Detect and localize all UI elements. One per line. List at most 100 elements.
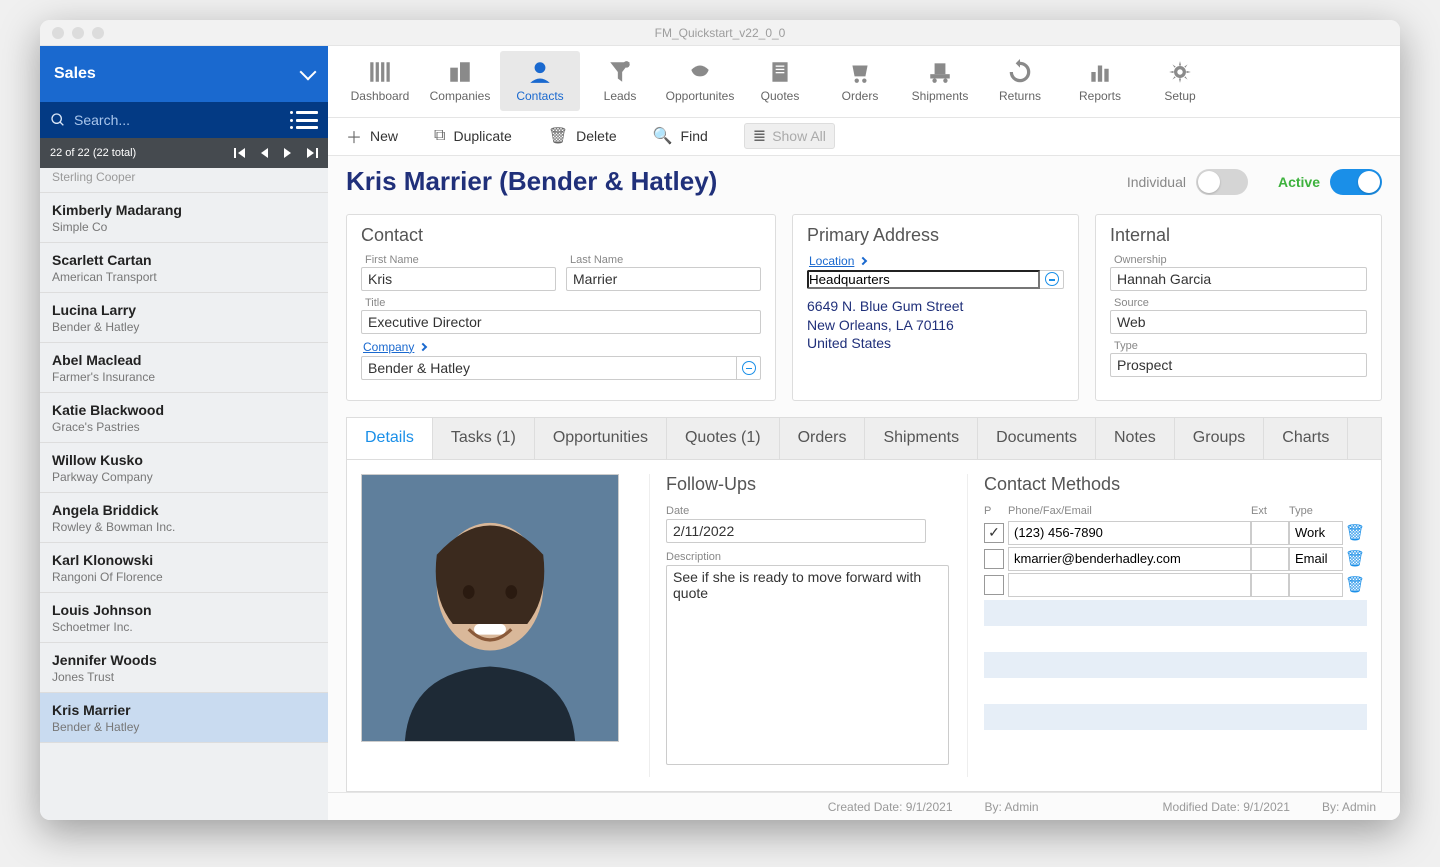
list-item[interactable]: Sterling Cooper [40, 170, 328, 193]
contact-photo[interactable] [361, 474, 619, 742]
tab-quotes-[interactable]: Quotes (1) [667, 418, 780, 459]
list-item[interactable]: Katie BlackwoodGrace's Pastries [40, 393, 328, 443]
record-title: Kris Marrier (Bender & Hatley) [346, 166, 717, 197]
contact-panel-title: Contact [361, 225, 761, 246]
new-button[interactable]: ＋New [346, 124, 398, 148]
contact-method-row: 🗑 [984, 546, 1367, 572]
chevron-down-icon [300, 64, 317, 81]
tab-notes[interactable]: Notes [1096, 418, 1175, 459]
search-icon [50, 112, 66, 128]
address-display: 6649 N. Blue Gum Street New Orleans, LA … [807, 297, 1064, 354]
list-item[interactable]: Jennifer WoodsJones Trust [40, 643, 328, 693]
tab-tasks-[interactable]: Tasks (1) [433, 418, 535, 459]
toolbar-companies[interactable]: Companies [420, 51, 500, 111]
trash-icon[interactable]: 🗑 [1343, 523, 1367, 543]
followup-desc-field[interactable] [666, 565, 949, 765]
followups-title: Follow-Ups [666, 474, 949, 495]
source-field[interactable] [1110, 310, 1367, 334]
list-item[interactable]: Angela BriddickRowley & Bowman Inc. [40, 493, 328, 543]
toolbar-reports[interactable]: Reports [1060, 51, 1140, 111]
action-bar: ＋New ⧉Duplicate 🗑Delete 🔍Find ≣Show All [328, 118, 1400, 156]
search-input[interactable] [74, 112, 288, 128]
company-field[interactable] [361, 356, 737, 380]
tab-groups[interactable]: Groups [1175, 418, 1264, 459]
tab-charts[interactable]: Charts [1264, 418, 1348, 459]
toolbar-quotes[interactable]: Quotes [740, 51, 820, 111]
primary-checkbox[interactable] [984, 575, 1004, 595]
active-toggle[interactable] [1330, 169, 1382, 195]
tab-documents[interactable]: Documents [978, 418, 1096, 459]
tab-orders[interactable]: Orders [780, 418, 866, 459]
pager-status: 22 of 22 (22 total) [50, 147, 136, 159]
primary-checkbox[interactable]: ✓ [984, 523, 1004, 543]
contact-method-type[interactable] [1289, 573, 1343, 597]
contact-method-type[interactable] [1289, 547, 1343, 571]
window-controls[interactable] [52, 27, 104, 39]
find-button[interactable]: 🔍Find [653, 126, 708, 146]
list-item[interactable]: Karl KlonowskiRangoni Of Florence [40, 543, 328, 593]
contact-method-value[interactable] [1008, 547, 1251, 571]
window-title: FM_Quickstart_v22_0_0 [40, 26, 1400, 40]
toolbar-setup[interactable]: Setup [1140, 51, 1220, 111]
company-link[interactable]: Company [363, 340, 761, 354]
pager-next[interactable] [284, 148, 291, 158]
toolbar-contacts[interactable]: Contacts [500, 51, 580, 111]
show-all-button[interactable]: ≣Show All [744, 123, 835, 149]
location-field[interactable] [807, 270, 1040, 289]
tab-shipments[interactable]: Shipments [865, 418, 978, 459]
contact-method-type[interactable] [1289, 521, 1343, 545]
module-toolbar: DashboardCompaniesContactsLeadsOpportuni… [328, 46, 1400, 118]
location-link[interactable]: Location [809, 254, 1064, 268]
individual-toggle[interactable] [1196, 169, 1248, 195]
toolbar-dashboard[interactable]: Dashboard [340, 51, 420, 111]
individual-label: Individual [1127, 174, 1186, 190]
type-field[interactable] [1110, 353, 1367, 377]
list-item[interactable]: Louis JohnsonSchoetmer Inc. [40, 593, 328, 643]
first-name-field[interactable] [361, 267, 556, 291]
toolbar-orders[interactable]: Orders [820, 51, 900, 111]
list-item[interactable]: Willow KuskoParkway Company [40, 443, 328, 493]
list-item[interactable]: Lucina LarryBender & Hatley [40, 293, 328, 343]
internal-panel: Internal Ownership Source Type [1095, 214, 1382, 401]
list-item[interactable]: Abel MacleadFarmer's Insurance [40, 343, 328, 393]
sidebar-module-picker[interactable]: Sales [40, 46, 328, 102]
list-view-icon[interactable] [296, 111, 318, 129]
duplicate-button[interactable]: ⧉Duplicate [434, 127, 512, 145]
toolbar-shipments[interactable]: Shipments [900, 51, 980, 111]
sidebar-search [40, 102, 328, 138]
pager-last[interactable] [307, 148, 318, 158]
pager-prev[interactable] [261, 148, 268, 158]
sidebar-module-label: Sales [54, 65, 96, 83]
trash-icon[interactable]: 🗑 [1343, 549, 1367, 569]
contact-method-ext[interactable] [1251, 521, 1289, 545]
primary-checkbox[interactable] [984, 549, 1004, 569]
tab-details[interactable]: Details [347, 418, 433, 459]
contact-method-ext[interactable] [1251, 573, 1289, 597]
ownership-field[interactable] [1110, 267, 1367, 291]
tab-opportunities[interactable]: Opportunities [535, 418, 667, 459]
toolbar-returns[interactable]: Returns [980, 51, 1060, 111]
contact-method-value[interactable] [1008, 573, 1251, 597]
contact-method-value[interactable] [1008, 521, 1251, 545]
titlebar: FM_Quickstart_v22_0_0 [40, 20, 1400, 46]
arrow-right-icon [859, 256, 867, 264]
last-name-field[interactable] [566, 267, 761, 291]
contact-method-ext[interactable] [1251, 547, 1289, 571]
list-item[interactable]: Scarlett CartanAmerican Transport [40, 243, 328, 293]
contact-panel: Contact First Name Last Name Title Compa… [346, 214, 776, 401]
toolbar-opportunites[interactable]: Opportunites [660, 51, 740, 111]
list-item[interactable]: Kris MarrierBender & Hatley [40, 693, 328, 743]
toolbar-leads[interactable]: Leads [580, 51, 660, 111]
app-window: FM_Quickstart_v22_0_0 Sales 22 of 22 (22… [40, 20, 1400, 820]
pager-first[interactable] [234, 148, 245, 158]
contact-methods-section: Contact Methods P Phone/Fax/Email Ext Ty… [967, 474, 1367, 777]
title-field[interactable] [361, 310, 761, 334]
delete-button[interactable]: 🗑Delete [548, 126, 617, 146]
list-item[interactable]: Kimberly MadarangSimple Co [40, 193, 328, 243]
trash-icon[interactable]: 🗑 [1343, 575, 1367, 595]
main-area: DashboardCompaniesContactsLeadsOpportuni… [328, 46, 1400, 820]
followup-date-field[interactable] [666, 519, 926, 543]
location-clear-button[interactable] [1040, 270, 1064, 289]
company-clear-button[interactable] [737, 356, 761, 380]
contact-list: Sterling CooperKimberly MadarangSimple C… [40, 168, 328, 820]
